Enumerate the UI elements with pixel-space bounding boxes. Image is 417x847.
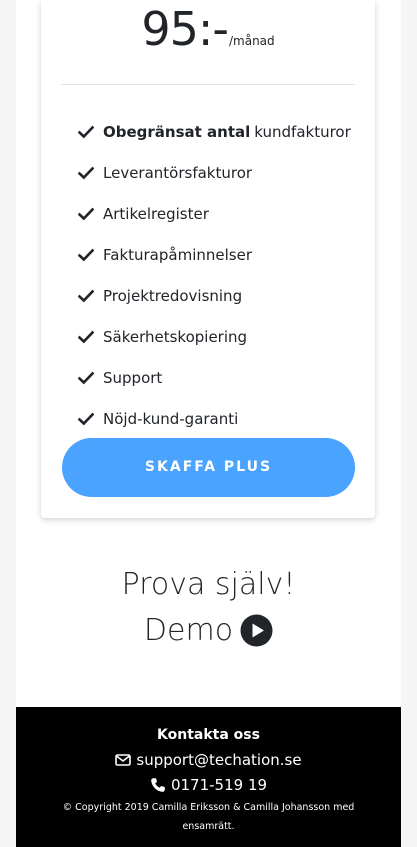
- feature-label: Artikelregister: [103, 204, 209, 223]
- feature-item: Obegränsat antal kundfakturor: [78, 111, 351, 152]
- email-text[interactable]: support@techation.se: [136, 751, 301, 769]
- phone-text[interactable]: 0171-519 19: [171, 776, 267, 794]
- demo-label: Demo: [143, 612, 234, 648]
- check-icon: [78, 371, 94, 385]
- feature-bold: Obegränsat antal: [103, 122, 251, 141]
- feature-label: kundfakturor: [254, 122, 351, 141]
- feature-item: Projektredovisning: [78, 275, 351, 316]
- footer-title: Kontakta oss: [157, 727, 260, 743]
- feature-item: Fakturapåminnelser: [78, 234, 351, 275]
- play-circle-icon: [240, 614, 273, 647]
- feature-list: Obegränsat antal kundfakturor Leverantörs…: [78, 111, 351, 439]
- check-icon: [78, 166, 94, 180]
- price: 95:-/månad: [41, 2, 375, 56]
- check-icon: [78, 412, 94, 426]
- footer-email[interactable]: support@techation.se: [16, 751, 401, 769]
- feature-label: Nöjd-kund-garanti: [103, 409, 239, 428]
- divider: [61, 84, 355, 85]
- copyright: © Copyright 2019 Camilla Eriksson & Cami…: [62, 802, 355, 832]
- feature-item: Säkerhetskopiering: [78, 316, 351, 357]
- phone-icon: [150, 777, 166, 793]
- footer: Kontakta oss support@techation.se 0171-5…: [16, 707, 401, 847]
- check-icon: [78, 207, 94, 221]
- feature-item: Artikelregister: [78, 193, 351, 234]
- price-amount: 95:-: [141, 2, 229, 56]
- check-icon: [78, 125, 94, 139]
- feature-item: Nöjd-kund-garanti: [78, 398, 351, 439]
- price-unit: /månad: [228, 34, 275, 48]
- feature-item: Support: [78, 357, 351, 398]
- try-title: Prova själv!: [121, 567, 296, 602]
- envelope-icon: [115, 752, 132, 768]
- feature-label: Leverantörsfakturor: [103, 163, 253, 182]
- page-content: 95:-/månad Obegränsat antal kundfakturor …: [16, 0, 401, 847]
- try-section: Prova själv! Demo: [16, 563, 401, 653]
- feature-label: Säkerhetskopiering: [103, 327, 248, 346]
- feature-label: Projektredovisning: [103, 286, 243, 305]
- demo-link[interactable]: Demo: [144, 607, 273, 653]
- feature-label: Support: [103, 368, 163, 387]
- footer-phone[interactable]: 0171-519 19: [16, 776, 401, 794]
- skaffa-plus-button[interactable]: SKAFFA PLUS: [62, 438, 355, 497]
- feature-item: Leverantörsfakturor: [78, 152, 351, 193]
- feature-label: Fakturapåminnelser: [103, 245, 252, 264]
- pricing-card: 95:-/månad Obegränsat antal kundfakturor …: [41, 0, 375, 518]
- check-icon: [78, 248, 94, 262]
- check-icon: [78, 330, 94, 344]
- check-icon: [78, 289, 94, 303]
